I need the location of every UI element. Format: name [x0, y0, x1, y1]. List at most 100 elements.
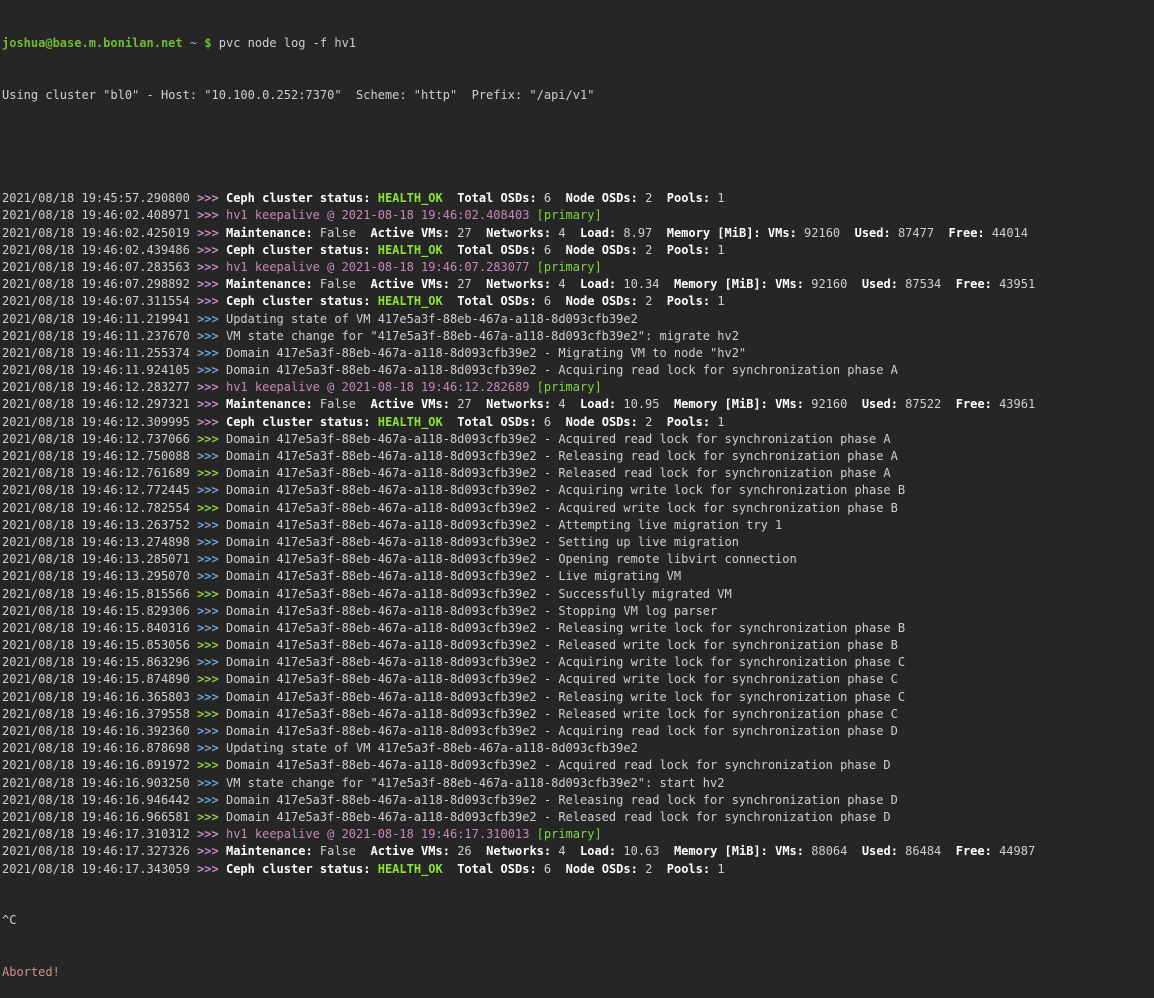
log-timestamp: 2021/08/18 19:46:11.219941: [2, 312, 197, 326]
log-level-marker: >>>: [197, 672, 226, 686]
log-segment: 6: [537, 415, 566, 429]
log-segment: 6: [537, 191, 566, 205]
log-segment: Domain 417e5a3f-88eb-467a-a118-8d093cfb3…: [226, 535, 739, 549]
log-segment: 2: [638, 415, 667, 429]
log-segment: Domain 417e5a3f-88eb-467a-a118-8d093cfb3…: [226, 758, 891, 772]
log-line: 2021/08/18 19:45:57.290800 >>> Ceph clus…: [2, 190, 1154, 207]
log-segment: Domain 417e5a3f-88eb-467a-a118-8d093cfb3…: [226, 587, 732, 601]
log-segment: 26: [450, 844, 486, 858]
log-segment: [443, 191, 457, 205]
log-segment: Domain 417e5a3f-88eb-467a-a118-8d093cfb3…: [226, 501, 898, 515]
prompt-line: joshua@base.m.bonilan.net ~ $ pvc node l…: [2, 35, 1154, 52]
log-line: 2021/08/18 19:46:12.761689 >>> Domain 41…: [2, 465, 1154, 482]
log-segment: [370, 862, 377, 876]
log-segment: 6: [537, 862, 566, 876]
log-line: 2021/08/18 19:46:16.946442 >>> Domain 41…: [2, 792, 1154, 809]
log-timestamp: 2021/08/18 19:46:16.365803: [2, 690, 197, 704]
log-line: 2021/08/18 19:46:11.924105 >>> Domain 41…: [2, 362, 1154, 379]
log-segment: Domain 417e5a3f-88eb-467a-a118-8d093cfb3…: [226, 655, 905, 669]
log-segment: [443, 862, 457, 876]
log-timestamp: 2021/08/18 19:45:57.290800: [2, 191, 197, 205]
log-segment: 8.97: [616, 226, 667, 240]
log-segment: Active VMs:: [370, 226, 449, 240]
log-line: 2021/08/18 19:46:11.237670 >>> VM state …: [2, 328, 1154, 345]
log-segment: Domain 417e5a3f-88eb-467a-a118-8d093cfb3…: [226, 552, 797, 566]
log-segment: 43951: [992, 277, 1035, 291]
log-segment: 87477: [891, 226, 949, 240]
log-line: 2021/08/18 19:46:16.903250 >>> VM state …: [2, 775, 1154, 792]
log-timestamp: 2021/08/18 19:46:12.772445: [2, 483, 197, 497]
log-level-marker: >>>: [197, 226, 226, 240]
log-line: 2021/08/18 19:46:16.379558 >>> Domain 41…: [2, 706, 1154, 723]
log-segment: [443, 294, 457, 308]
log-segment: Maintenance:: [226, 844, 313, 858]
log-segment: Domain 417e5a3f-88eb-467a-a118-8d093cfb3…: [226, 346, 746, 360]
log-level-marker: >>>: [197, 827, 226, 841]
log-level-marker: >>>: [197, 380, 226, 394]
log-line: 2021/08/18 19:46:12.750088 >>> Domain 41…: [2, 448, 1154, 465]
log-level-marker: >>>: [197, 621, 226, 635]
log-line: 2021/08/18 19:46:15.829306 >>> Domain 41…: [2, 603, 1154, 620]
log-segment: Total OSDs:: [457, 862, 536, 876]
log-segment: Total OSDs:: [457, 191, 536, 205]
log-segment: Active VMs:: [370, 844, 449, 858]
log-line: 2021/08/18 19:46:17.327326 >>> Maintenan…: [2, 843, 1154, 860]
terminal-screen[interactable]: joshua@base.m.bonilan.net ~ $ pvc node l…: [0, 0, 1154, 774]
log-segment: Load:: [580, 397, 616, 411]
log-segment: Node OSDs:: [566, 243, 638, 257]
log-segment: Domain 417e5a3f-88eb-467a-a118-8d093cfb3…: [226, 707, 898, 721]
log-timestamp: 2021/08/18 19:46:02.439486: [2, 243, 197, 257]
log-segment: Ceph cluster status:: [226, 294, 371, 308]
log-segment: [370, 415, 377, 429]
log-segment: Free:: [956, 844, 992, 858]
log-level-marker: >>>: [197, 776, 226, 790]
log-line: 2021/08/18 19:46:02.439486 >>> Ceph clus…: [2, 242, 1154, 259]
log-segment: Load:: [580, 844, 616, 858]
log-timestamp: 2021/08/18 19:46:02.408971: [2, 208, 197, 222]
log-timestamp: 2021/08/18 19:46:13.274898: [2, 535, 197, 549]
log-segment: VMs:: [775, 277, 804, 291]
log-line: 2021/08/18 19:46:15.863296 >>> Domain 41…: [2, 654, 1154, 671]
log-segment: 44014: [985, 226, 1028, 240]
log-segment: Used:: [862, 844, 898, 858]
log-level-marker: >>>: [197, 587, 226, 601]
log-segment: VMs:: [775, 397, 804, 411]
log-segment: Updating state of VM 417e5a3f-88eb-467a-…: [226, 312, 638, 326]
log-timestamp: 2021/08/18 19:46:16.891972: [2, 758, 197, 772]
log-level-marker: >>>: [197, 569, 226, 583]
log-segment: [370, 191, 377, 205]
log-line: 2021/08/18 19:46:15.853056 >>> Domain 41…: [2, 637, 1154, 654]
log-line: 2021/08/18 19:46:15.874890 >>> Domain 41…: [2, 671, 1154, 688]
log-segment: False: [313, 226, 371, 240]
log-segment: Domain 417e5a3f-88eb-467a-a118-8d093cfb3…: [226, 724, 898, 738]
log-segment: Domain 417e5a3f-88eb-467a-a118-8d093cfb3…: [226, 793, 898, 807]
log-segment: Memory [MiB]:: [674, 397, 768, 411]
log-level-marker: >>>: [197, 346, 226, 360]
log-timestamp: 2021/08/18 19:46:15.829306: [2, 604, 197, 618]
log-level-marker: >>>: [197, 397, 226, 411]
log-level-marker: >>>: [197, 707, 226, 721]
prompt-symbol: $: [204, 36, 218, 50]
log-segment: [primary]: [537, 827, 602, 841]
log-line: 2021/08/18 19:46:12.309995 >>> Ceph clus…: [2, 414, 1154, 431]
aborted-line: Aborted!: [2, 964, 1154, 981]
log-line: 2021/08/18 19:46:12.297321 >>> Maintenan…: [2, 396, 1154, 413]
log-segment: Domain 417e5a3f-88eb-467a-a118-8d093cfb3…: [226, 569, 681, 583]
log-segment: Total OSDs:: [457, 243, 536, 257]
log-segment: 10.34: [616, 277, 674, 291]
log-timestamp: 2021/08/18 19:46:13.295070: [2, 569, 197, 583]
log-timestamp: 2021/08/18 19:46:12.737066: [2, 432, 197, 446]
log-segment: False: [313, 277, 371, 291]
log-level-marker: >>>: [197, 810, 226, 824]
log-segment: [768, 844, 775, 858]
log-output: 2021/08/18 19:45:57.290800 >>> Ceph clus…: [2, 190, 1154, 878]
log-timestamp: 2021/08/18 19:46:13.285071: [2, 552, 197, 566]
log-segment: [443, 243, 457, 257]
log-line: 2021/08/18 19:46:16.878698 >>> Updating …: [2, 740, 1154, 757]
log-timestamp: 2021/08/18 19:46:07.283563: [2, 260, 197, 274]
log-segment: Domain 417e5a3f-88eb-467a-a118-8d093cfb3…: [226, 810, 891, 824]
log-segment: 44987: [992, 844, 1035, 858]
log-segment: Domain 417e5a3f-88eb-467a-a118-8d093cfb3…: [226, 449, 898, 463]
log-level-marker: >>>: [197, 518, 226, 532]
log-segment: [761, 226, 768, 240]
